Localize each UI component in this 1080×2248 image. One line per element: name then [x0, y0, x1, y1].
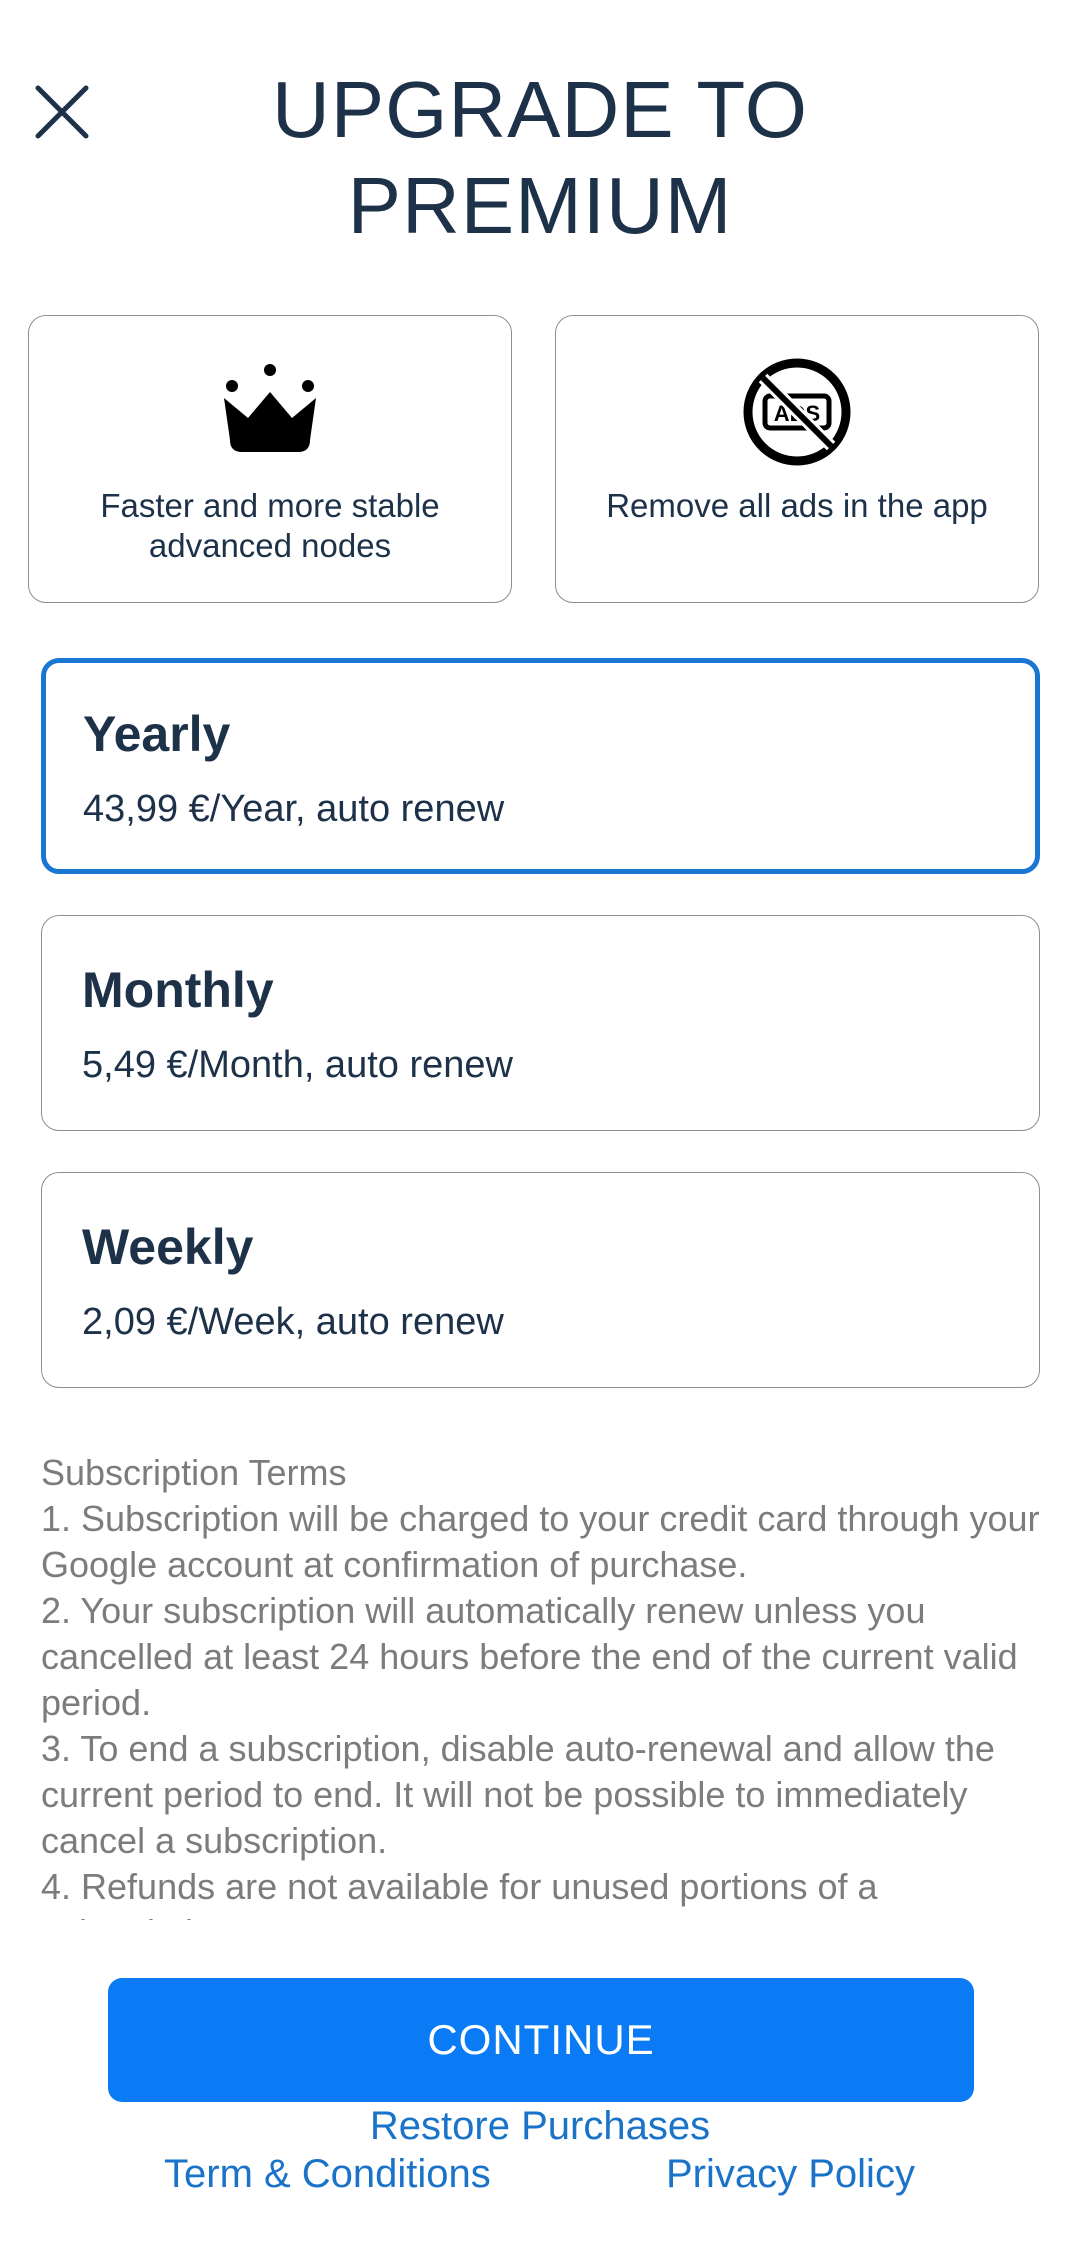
privacy-policy-link[interactable]: Privacy Policy — [666, 2150, 915, 2198]
close-button[interactable] — [30, 80, 94, 144]
terms-item: 2. Your subscription will automatically … — [41, 1590, 1018, 1723]
feature-card-no-ads: ADS Remove all ads in the app — [555, 315, 1039, 603]
plan-name: Yearly — [83, 706, 231, 762]
plan-price: 2,09 €/Week, auto renew — [82, 1301, 504, 1343]
feature-text-speed: Faster and more stable advanced nodes — [100, 487, 440, 564]
terms-title: Subscription Terms — [41, 1452, 347, 1493]
plan-name: Monthly — [82, 962, 274, 1018]
feature-text-no-ads: Remove all ads in the app — [606, 487, 988, 524]
terms-item: 1. Subscription will be charged to your … — [41, 1498, 1040, 1585]
plan-name: Weekly — [82, 1219, 254, 1275]
plan-price: 5,49 €/Month, auto renew — [82, 1044, 513, 1086]
continue-button[interactable]: CONTINUE — [108, 1978, 974, 2102]
terms-item: 3. To end a subscription, disable auto-r… — [41, 1728, 995, 1861]
plan-monthly[interactable]: Monthly 5,49 €/Month, auto renew — [41, 915, 1040, 1131]
crown-icon — [224, 364, 316, 452]
terms-conditions-link[interactable]: Term & Conditions — [164, 2150, 491, 2198]
terms-item: 4. Refunds are not available for unused … — [41, 1866, 878, 1920]
page-title: UPGRADE TO PREMIUM — [271, 65, 809, 250]
feature-card-speed: Faster and more stable advanced nodes — [28, 315, 512, 603]
subscription-terms[interactable]: Subscription Terms 1. Subscription will … — [41, 1450, 1041, 1920]
plan-yearly[interactable]: Yearly 43,99 €/Year, auto renew — [41, 658, 1040, 874]
close-icon — [35, 85, 89, 139]
plan-weekly[interactable]: Weekly 2,09 €/Week, auto renew — [41, 1172, 1040, 1388]
plan-price: 43,99 €/Year, auto renew — [83, 788, 505, 830]
restore-purchases-link[interactable]: Restore Purchases — [0, 2102, 1080, 2150]
no-ads-icon: ADS — [743, 358, 851, 466]
